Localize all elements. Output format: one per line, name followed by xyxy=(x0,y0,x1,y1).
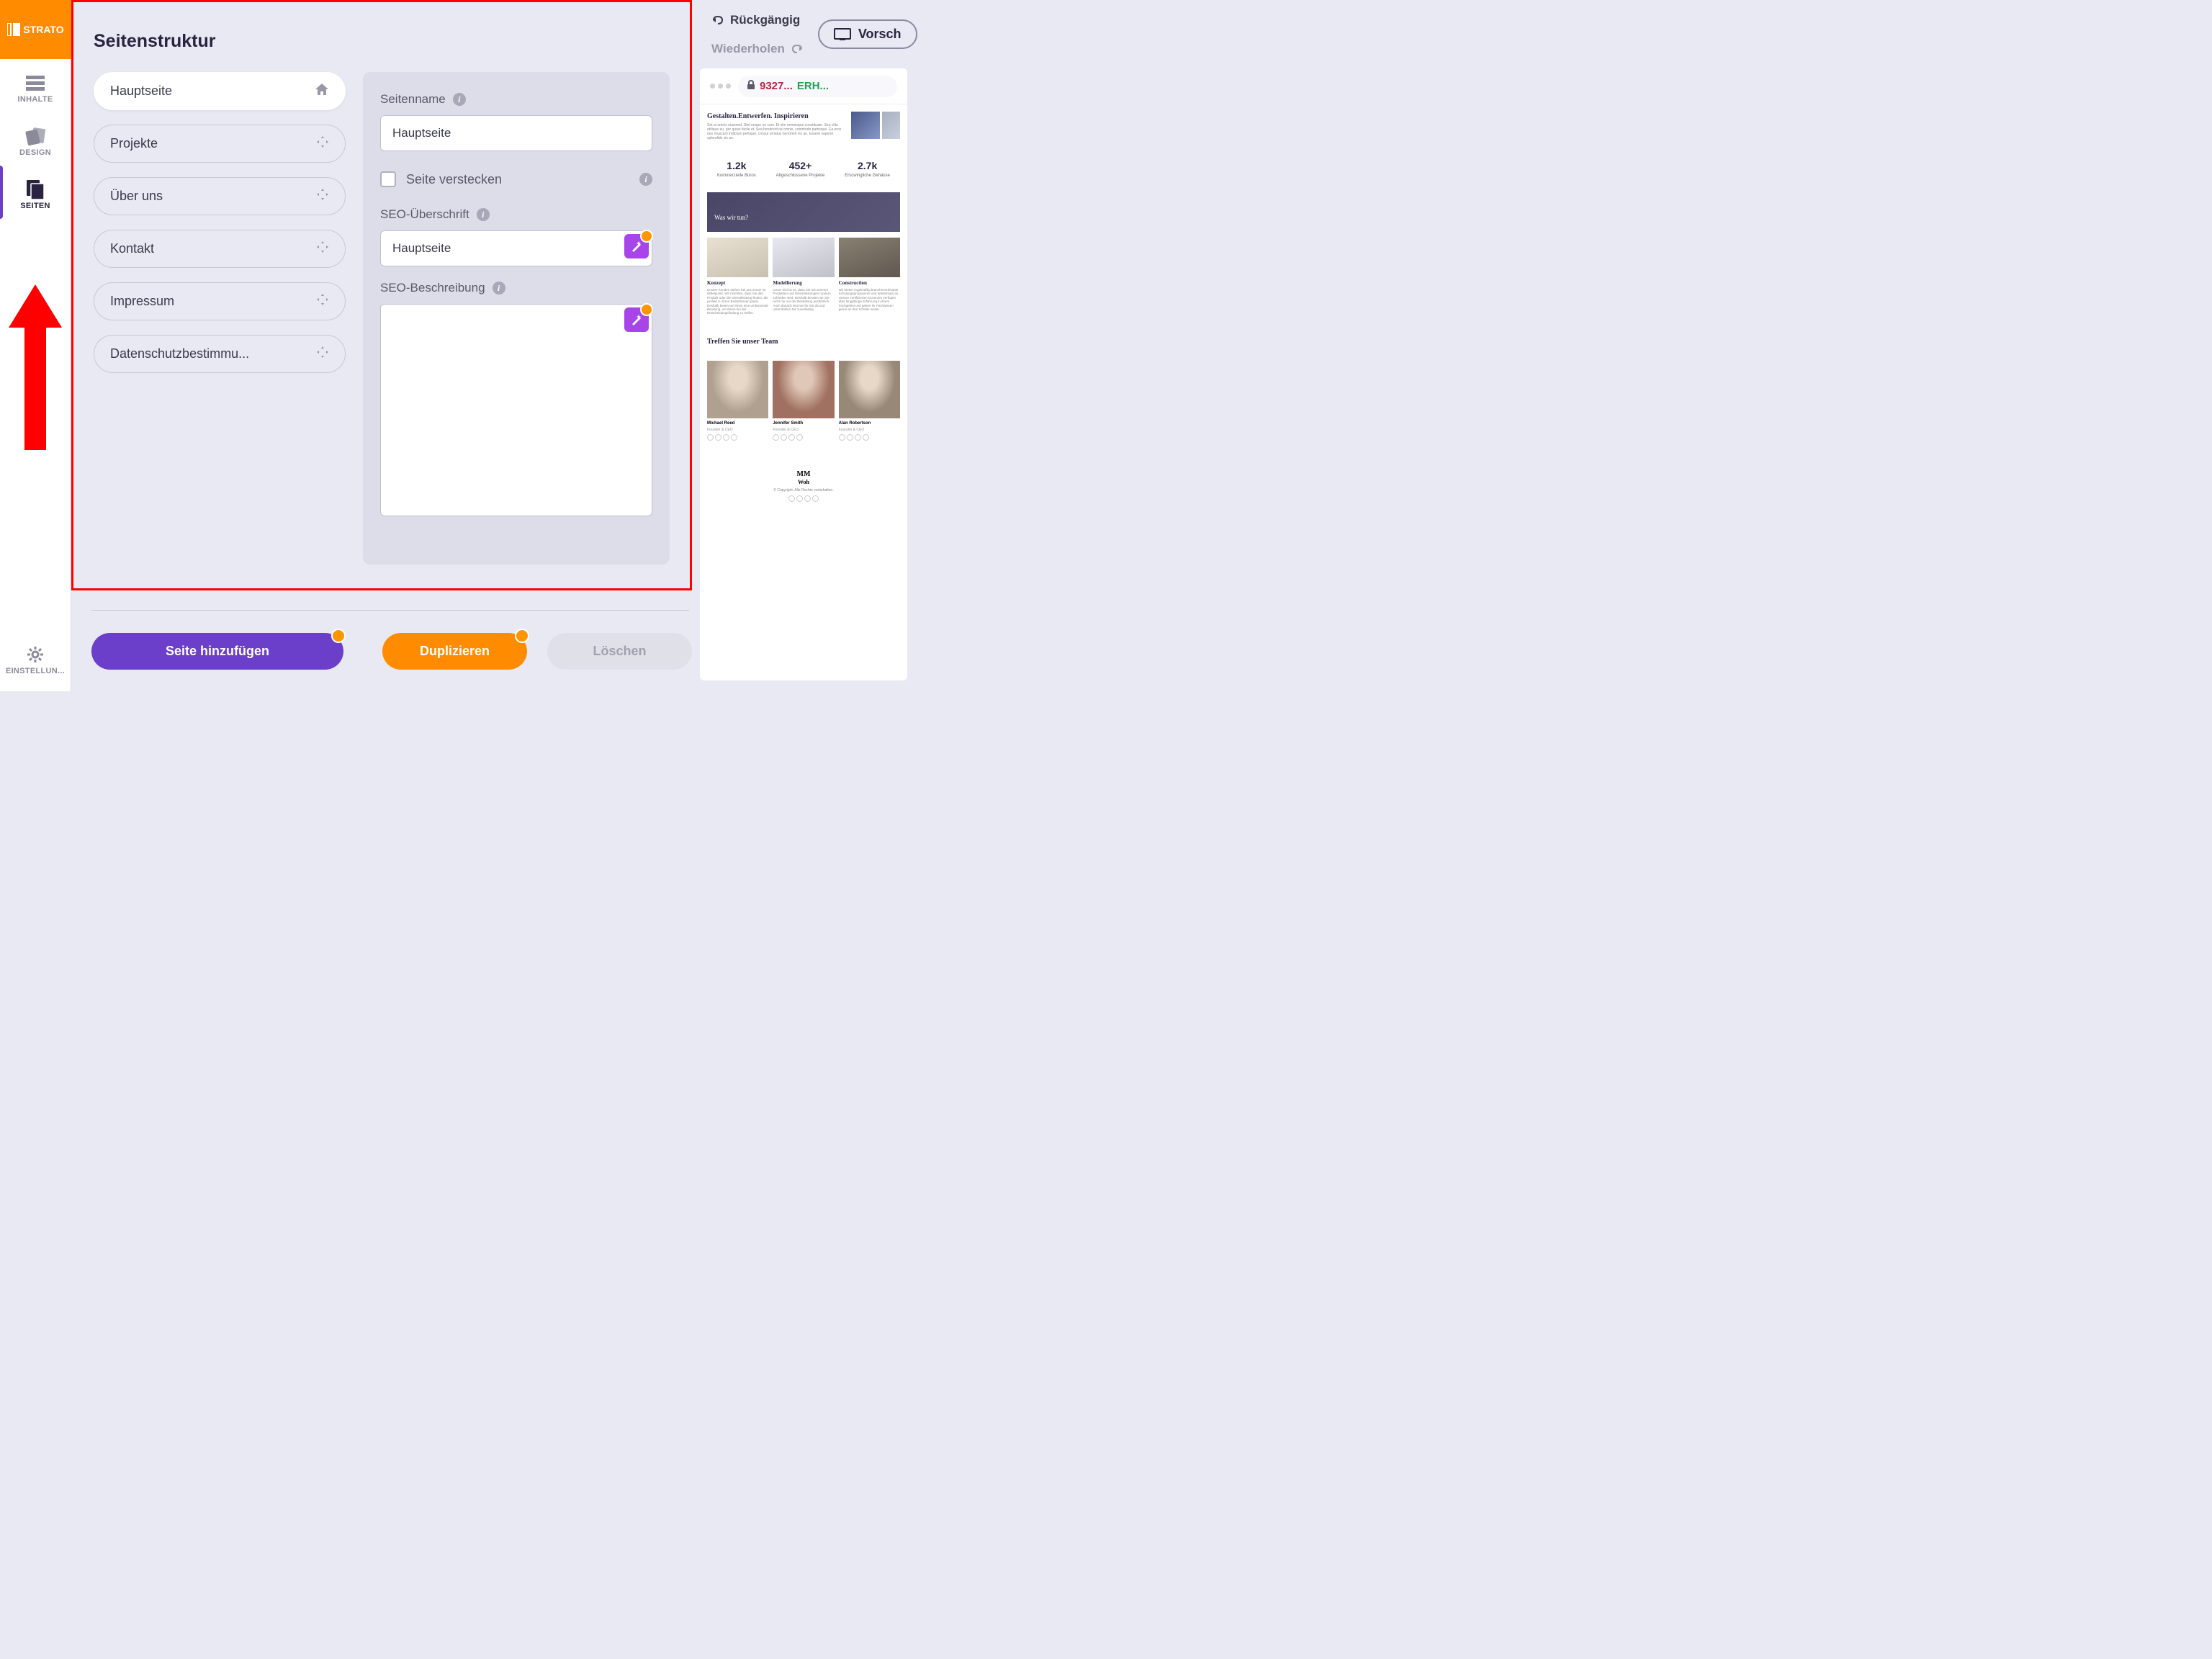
redo-icon xyxy=(791,44,804,54)
page-item-hauptseite[interactable]: Hauptseite xyxy=(94,72,346,110)
redo-button[interactable]: Wiederholen xyxy=(706,39,809,59)
preview-url-number: 9327... xyxy=(760,80,793,92)
preview-hero-image xyxy=(882,112,900,139)
logo-icon xyxy=(7,23,20,36)
info-icon[interactable]: i xyxy=(639,173,652,186)
nav-einstellungen[interactable]: EINSTELLUN... xyxy=(0,631,71,684)
page-item-kontakt[interactable]: Kontakt xyxy=(94,230,346,268)
preview-cards: KonzeptUnsere Kunden stehen bei uns imme… xyxy=(707,238,900,315)
wand-icon xyxy=(630,240,643,253)
info-icon[interactable]: i xyxy=(493,282,505,295)
move-icon xyxy=(316,293,329,310)
design-icon xyxy=(24,125,46,147)
pages-icon xyxy=(24,179,46,200)
preview-urlbar: 9327... ERH... xyxy=(700,68,907,104)
home-icon xyxy=(315,83,329,99)
lock-icon xyxy=(747,80,755,93)
info-icon[interactable]: i xyxy=(477,208,490,221)
preview-hero-title: Gestalten.Entwerfen. Inspirieren xyxy=(707,112,845,121)
annotation-arrow xyxy=(9,284,62,450)
ai-magic-button[interactable] xyxy=(624,307,649,332)
preview-team-title: Treffen Sie unser Team xyxy=(707,337,900,346)
nav-inhalte[interactable]: INHALTE xyxy=(0,59,71,112)
preview-button[interactable]: Vorsch xyxy=(818,19,917,49)
preview-url-pill: 9327... ERH... xyxy=(738,76,897,97)
bottom-button-bar: Seite hinzufügen Duplizieren Löschen xyxy=(91,633,692,670)
page-item-ueber-uns[interactable]: Über uns xyxy=(94,177,346,215)
delete-button[interactable]: Löschen xyxy=(547,633,692,670)
page-detail-panel: Seitenname i Seite verstecken i SEO-Über… xyxy=(363,72,670,565)
move-icon xyxy=(316,240,329,257)
page-name-input[interactable] xyxy=(380,115,652,151)
info-icon[interactable]: i xyxy=(453,93,466,106)
preview-icon xyxy=(834,28,851,41)
divider xyxy=(91,610,689,611)
logo: STRATO xyxy=(0,0,71,59)
hide-page-checkbox[interactable] xyxy=(380,171,396,187)
preview-team: Michael ReedFounder & CEO Jennifer Smith… xyxy=(707,361,900,441)
undo-icon xyxy=(711,15,724,25)
move-icon xyxy=(316,188,329,204)
top-toolbar: Rückgängig Wiederholen Vorsch xyxy=(691,0,922,68)
ai-magic-button[interactable] xyxy=(624,234,649,258)
move-icon xyxy=(316,135,329,152)
undo-button[interactable]: Rückgängig xyxy=(706,10,809,30)
preview-band: Was wir tun? xyxy=(707,192,900,232)
seo-desc-input[interactable] xyxy=(380,304,652,516)
page-item-impressum[interactable]: Impressum xyxy=(94,282,346,320)
page-name-label: Seitenname i xyxy=(380,92,652,107)
nav-label: INHALTE xyxy=(18,95,53,104)
add-page-button[interactable]: Seite hinzufügen xyxy=(91,633,343,670)
preview-pane: 9327... ERH... Gestalten.Entwerfen. Insp… xyxy=(700,68,907,680)
nav-seiten[interactable]: SEITEN xyxy=(0,166,71,219)
content-icon xyxy=(24,72,46,94)
preview-stats: 1.2kKommerzielle Büros 452+Abgeschlossen… xyxy=(707,149,900,192)
nav-label: DESIGN xyxy=(19,148,51,157)
preview-url-status: ERH... xyxy=(797,80,829,92)
gear-icon xyxy=(24,644,46,665)
preview-footer: MM Woh © Copyright. Alle Rechte vorbehal… xyxy=(707,462,900,509)
move-icon xyxy=(316,346,329,362)
preview-content[interactable]: Gestalten.Entwerfen. Inspirieren Set ut … xyxy=(700,104,907,516)
page-structure-panel: Seitenstruktur Hauptseite Projekte Über … xyxy=(71,0,692,590)
seo-desc-label: SEO-Beschreibung i xyxy=(380,281,652,295)
preview-hero-text: Set ut omnis eiusmod. Stet neque no cum.… xyxy=(707,123,845,140)
seo-title-input[interactable] xyxy=(380,230,652,266)
nav-label: EINSTELLUN... xyxy=(6,667,65,675)
page-item-datenschutz[interactable]: Datenschutzbestimmu... xyxy=(94,335,346,373)
panel-title: Seitenstruktur xyxy=(94,31,670,52)
wand-icon xyxy=(630,313,643,326)
preview-hero-image xyxy=(851,112,880,139)
seo-title-label: SEO-Überschrift i xyxy=(380,207,652,222)
page-list: Hauptseite Projekte Über uns Kontakt Imp… xyxy=(94,72,346,565)
page-item-projekte[interactable]: Projekte xyxy=(94,125,346,163)
hide-page-label: Seite verstecken xyxy=(406,172,629,187)
duplicate-button[interactable]: Duplizieren xyxy=(382,633,527,670)
nav-design[interactable]: DESIGN xyxy=(0,112,71,166)
nav-label: SEITEN xyxy=(20,202,50,210)
